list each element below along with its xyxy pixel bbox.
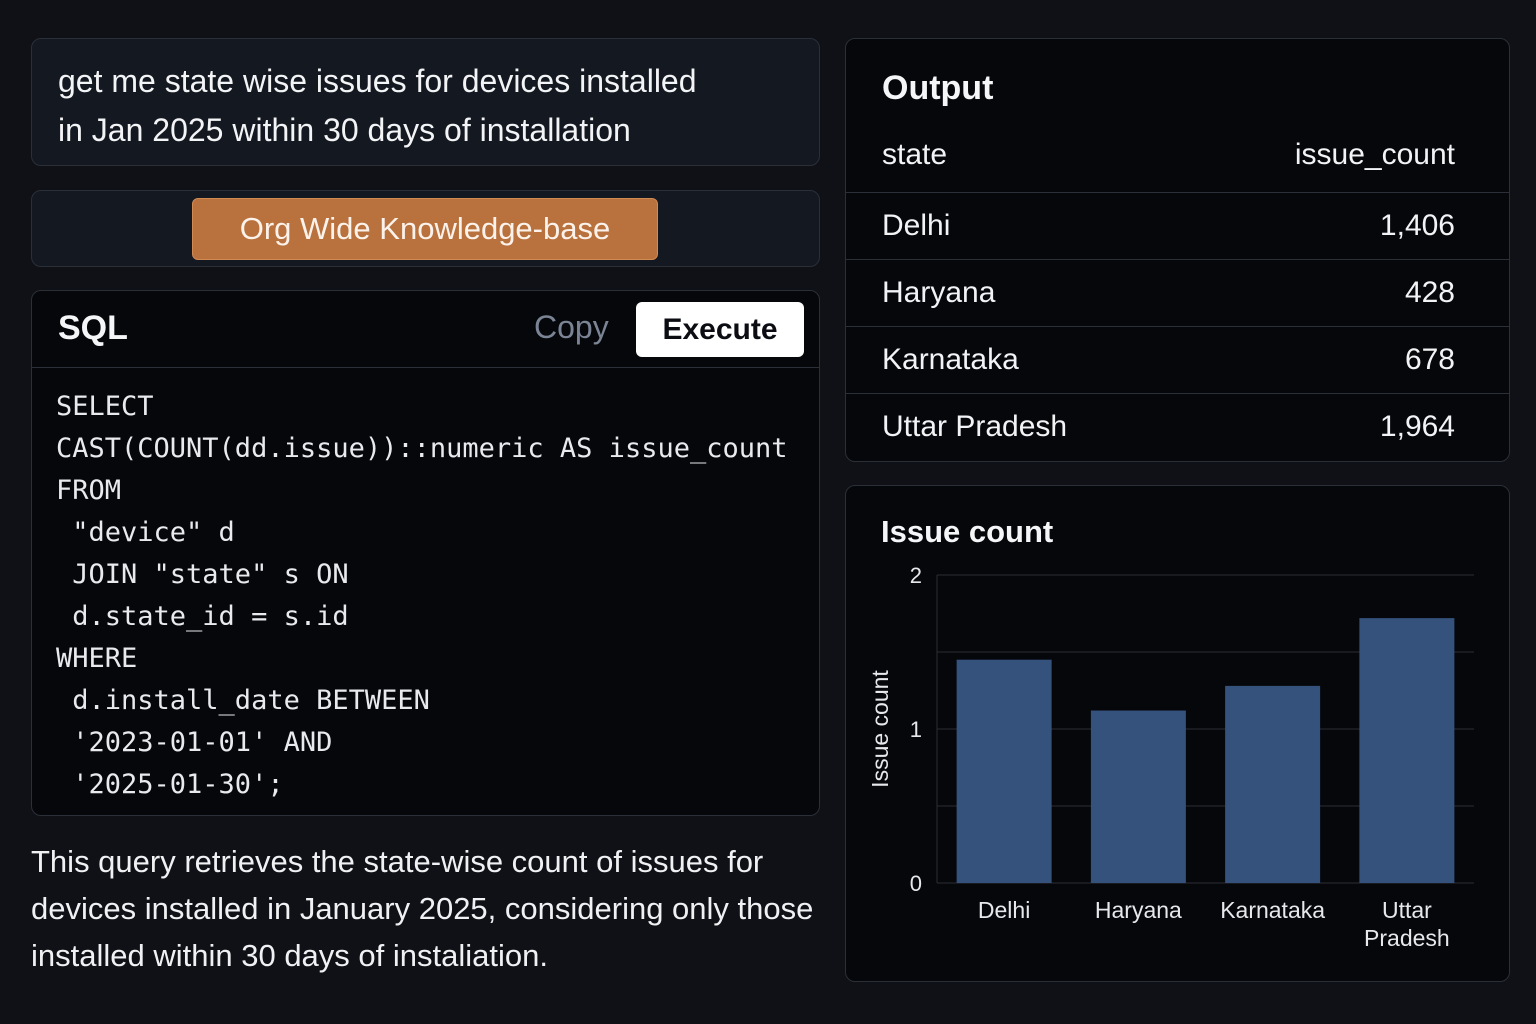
- cell-issue-count: 1,406: [1193, 192, 1509, 260]
- output-table: state issue_count Delhi 1,406 Haryana 42…: [846, 134, 1509, 460]
- bar-haryana: [1090, 710, 1186, 883]
- y-tick-label: 0: [910, 871, 922, 896]
- x-tick-label: Uttar: [1382, 897, 1432, 923]
- cell-state: Haryana: [846, 259, 1194, 327]
- sql-card: SQL Copy Execute SELECT CAST(COUNT(dd.is…: [31, 290, 820, 816]
- execute-button[interactable]: Execute: [636, 302, 804, 357]
- table-row: Uttar Pradesh 1,964: [846, 393, 1509, 460]
- x-tick-label: Karnataka: [1220, 897, 1325, 923]
- prompt-line-2: in Jan 2025 within 30 days of installati…: [58, 112, 631, 148]
- y-axis-label: Issue count: [867, 670, 893, 788]
- y-tick-label: 1: [910, 717, 922, 742]
- chart-card: Issue count 0 1 2 Issue count Delhi Haryana Ka…: [845, 485, 1510, 982]
- page: get me state wise issues for devices ins…: [0, 0, 1536, 1024]
- org-knowledge-base-button[interactable]: Org Wide Knowledge-base: [192, 198, 658, 260]
- table-row: Karnataka 678: [846, 326, 1509, 394]
- bar-delhi: [956, 659, 1052, 883]
- cell-state: Uttar Pradesh: [846, 393, 1194, 460]
- prompt-text: get me state wise issues for devices ins…: [58, 57, 793, 155]
- knowledge-base-bar: Org Wide Knowledge-base: [31, 190, 820, 267]
- output-title: Output: [882, 69, 994, 107]
- x-tick-label: Haryana: [1095, 897, 1182, 923]
- bar-uttar-pradesh: [1359, 618, 1455, 883]
- cell-issue-count: 1,964: [1193, 393, 1509, 460]
- table-row: Delhi 1,406: [846, 192, 1509, 260]
- prompt-line-1: get me state wise issues for devices ins…: [58, 63, 697, 99]
- table-header-row: state issue_count: [846, 134, 1509, 193]
- sql-title: SQL: [58, 309, 128, 347]
- cell-issue-count: 428: [1193, 259, 1509, 327]
- column-header-state: state: [882, 138, 948, 171]
- x-tick-label: Pradesh: [1364, 925, 1450, 951]
- cell-issue-count: 678: [1193, 326, 1509, 394]
- output-card: Output state issue_count Delhi 1,406 Har…: [845, 38, 1510, 462]
- table-row: Haryana 428: [846, 259, 1509, 327]
- issue-count-bar-chart: 0 1 2 Issue count Delhi Haryana Karnataka Uttar…: [867, 563, 1474, 951]
- copy-button[interactable]: Copy: [534, 309, 609, 346]
- bar-karnataka: [1225, 685, 1321, 883]
- sql-code[interactable]: SELECT CAST(COUNT(dd.issue))::numeric AS…: [56, 386, 788, 806]
- cell-state: Karnataka: [846, 326, 1194, 394]
- cell-state: Delhi: [846, 192, 1194, 260]
- sql-header: SQL Copy Execute: [32, 291, 819, 368]
- x-tick-label: Delhi: [978, 897, 1030, 923]
- query-explanation: This query retrieves the state-wise coun…: [31, 844, 814, 973]
- column-header-issue-count: issue_count: [1294, 138, 1455, 171]
- prompt-card: get me state wise issues for devices ins…: [31, 38, 820, 166]
- y-tick-label: 2: [910, 563, 922, 588]
